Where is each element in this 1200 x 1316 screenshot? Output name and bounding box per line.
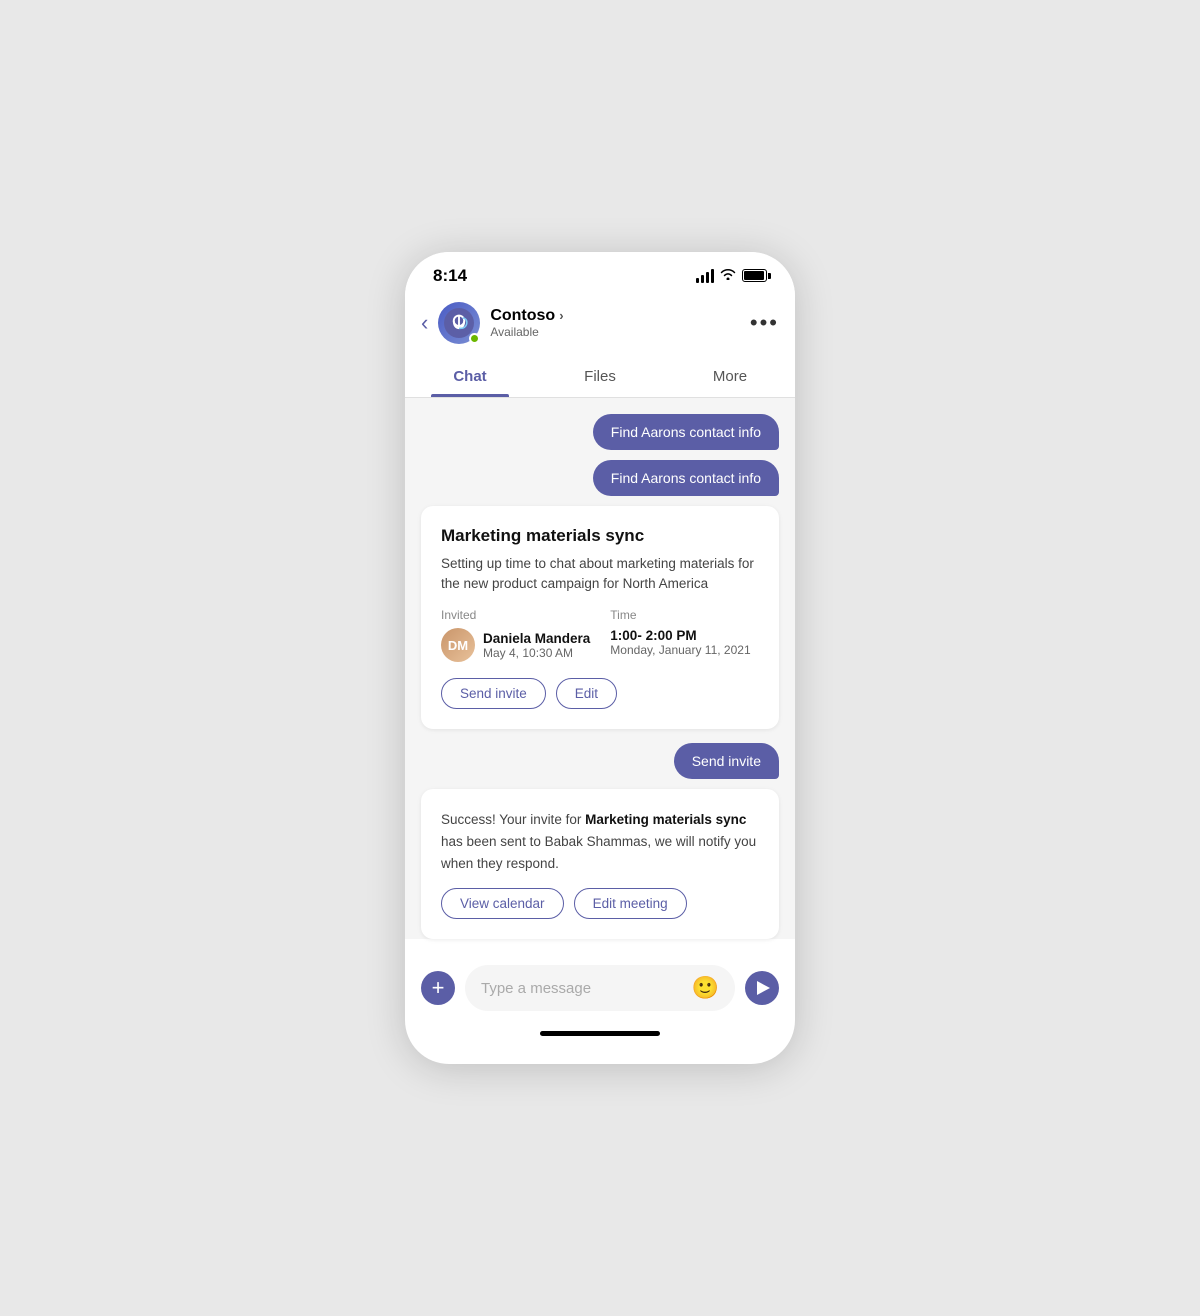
edit-meeting-button[interactable]: Edit meeting — [574, 888, 687, 919]
status-time: 8:14 — [433, 266, 467, 286]
time-col: Time 1:00- 2:00 PM Monday, January 11, 2… — [610, 608, 750, 662]
view-calendar-button[interactable]: View calendar — [441, 888, 564, 919]
tab-more[interactable]: More — [665, 356, 795, 397]
success-card: Success! Your invite for Marketing mater… — [421, 789, 779, 939]
message-input-area[interactable]: Type a message 🙂 — [465, 965, 735, 1011]
status-dot — [469, 333, 480, 344]
input-bar: + Type a message 🙂 — [405, 953, 795, 1019]
send-icon — [757, 981, 770, 995]
bubble-row-2: Find Aarons contact info — [421, 460, 779, 496]
card-actions: Send invite Edit — [441, 678, 759, 709]
time-main: 1:00- 2:00 PM — [610, 628, 750, 643]
time-info: 1:00- 2:00 PM Monday, January 11, 2021 — [610, 628, 750, 657]
send-invite-button[interactable]: Send invite — [441, 678, 546, 709]
meeting-title: Marketing materials sync — [441, 526, 759, 546]
invitee-avatar: DM — [441, 628, 475, 662]
send-button[interactable] — [745, 971, 779, 1005]
signal-bars-icon — [696, 269, 714, 283]
time-date: Monday, January 11, 2021 — [610, 643, 750, 657]
card-details: Invited DM Daniela Mandera May 4, 10:30 … — [441, 608, 759, 662]
tab-files[interactable]: Files — [535, 356, 665, 397]
invited-label: Invited — [441, 608, 590, 622]
more-options-button[interactable]: ••• — [750, 310, 779, 336]
invited-col: Invited DM Daniela Mandera May 4, 10:30 … — [441, 608, 590, 662]
avatar-wrap — [438, 302, 480, 344]
status-icons — [696, 268, 767, 283]
send-invite-bubble-row: Send invite — [421, 743, 779, 779]
invitee-info: Daniela Mandera May 4, 10:30 AM — [483, 631, 590, 660]
meeting-card: Marketing materials sync Setting up time… — [421, 506, 779, 730]
phone-frame: 8:14 ‹ — [405, 252, 795, 1064]
emoji-button[interactable]: 🙂 — [692, 975, 719, 1001]
meeting-description: Setting up time to chat about marketing … — [441, 554, 759, 595]
chat-area: Find Aarons contact info Find Aarons con… — [405, 398, 795, 939]
invitee-date: May 4, 10:30 AM — [483, 646, 590, 660]
success-text: Success! Your invite for Marketing mater… — [441, 809, 759, 874]
header-name: Contoso › — [490, 307, 750, 325]
header: ‹ — [405, 294, 795, 356]
bubble-row-1: Find Aarons contact info — [421, 414, 779, 450]
tabs: Chat Files More — [405, 356, 795, 398]
send-invite-bubble: Send invite — [674, 743, 779, 779]
name-chevron-icon: › — [559, 308, 563, 323]
time-label: Time — [610, 608, 750, 622]
tab-chat[interactable]: Chat — [405, 356, 535, 397]
header-status: Available — [490, 325, 750, 339]
bubble-find-aarons-1: Find Aarons contact info — [593, 414, 779, 450]
invitee-row: DM Daniela Mandera May 4, 10:30 AM — [441, 628, 590, 662]
edit-button[interactable]: Edit — [556, 678, 617, 709]
invitee-name: Daniela Mandera — [483, 631, 590, 646]
success-actions: View calendar Edit meeting — [441, 888, 759, 919]
bubble-find-aarons-2: Find Aarons contact info — [593, 460, 779, 496]
status-bar: 8:14 — [405, 252, 795, 294]
battery-icon — [742, 269, 767, 282]
back-button[interactable]: ‹ — [421, 310, 428, 336]
home-indicator — [540, 1031, 660, 1036]
add-button[interactable]: + — [421, 971, 455, 1005]
message-placeholder: Type a message — [481, 980, 591, 997]
header-info: Contoso › Available — [490, 307, 750, 339]
wifi-icon — [720, 268, 736, 283]
